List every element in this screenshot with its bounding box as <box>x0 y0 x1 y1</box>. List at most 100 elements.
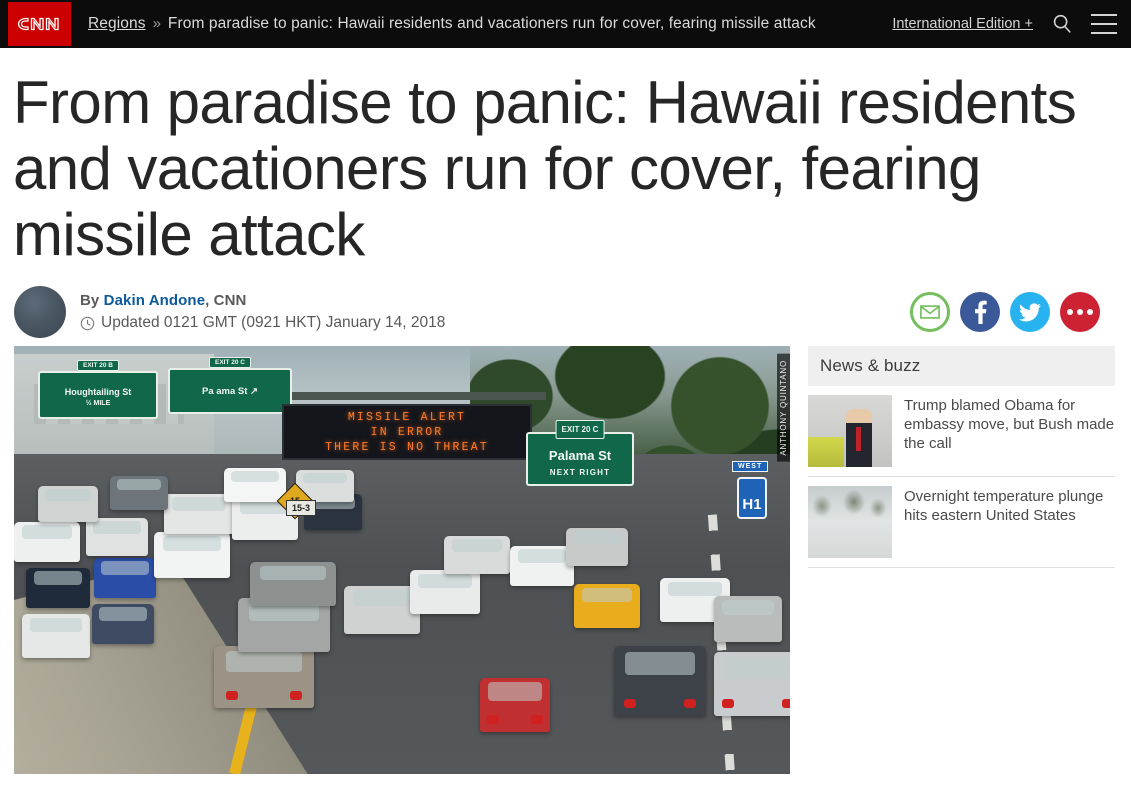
car <box>94 558 156 598</box>
car <box>444 536 510 574</box>
car <box>250 562 336 606</box>
search-icon[interactable] <box>1050 12 1074 36</box>
article-body: EXIT 20 B Houghtailing St ½ MILE EXIT 20… <box>0 340 1131 774</box>
car <box>224 468 286 502</box>
clock-icon <box>80 316 95 331</box>
car <box>714 596 782 642</box>
highway-traffic-photo: EXIT 20 B Houghtailing St ½ MILE EXIT 20… <box>14 346 790 774</box>
clock-glyph <box>80 316 95 330</box>
breadcrumb: Regions » From paradise to panic: Hawaii… <box>88 15 892 33</box>
share-twitter-button[interactable] <box>1010 292 1050 332</box>
top-navigation-bar: Regions » From paradise to panic: Hawaii… <box>0 0 1131 48</box>
topbar-actions: International Edition + <box>892 12 1131 36</box>
share-email-button[interactable] <box>910 292 950 332</box>
taillight <box>722 699 734 708</box>
byline-author: By Dakin Andone, CNN <box>80 291 900 310</box>
variable-message-sign: MISSILE ALERT IN ERROR THERE IS NO THREA… <box>282 404 532 460</box>
page-title: From paradise to panic: Hawaii residents… <box>13 69 1077 268</box>
snowy-field-thumbnail <box>808 486 892 558</box>
lead-photo[interactable]: EXIT 20 B Houghtailing St ½ MILE EXIT 20… <box>14 346 790 774</box>
trump-press-thumbnail <box>808 395 892 467</box>
author-link[interactable]: Dakin Andone <box>104 292 205 309</box>
highway-sign-palama-overhead: EXIT 20 C Pa ama St ↗ <box>168 357 292 414</box>
highway-sign-palama-exit: EXIT 20 C Palama St NEXT RIGHT <box>526 420 634 486</box>
route-direction-banner: WEST <box>732 461 769 472</box>
menu-bar-3 <box>1091 32 1117 34</box>
list-item[interactable]: Trump blamed Obama for embassy move, but… <box>808 386 1115 477</box>
cnn-logo-icon <box>17 17 59 31</box>
byline-text: By Dakin Andone, CNN Updated 0121 GMT (0… <box>80 291 900 333</box>
dot-1 <box>1067 309 1073 315</box>
car <box>714 652 790 716</box>
photo-credit: ANTHONY QUINTANO <box>777 354 790 462</box>
thumbnail-detail <box>808 437 844 467</box>
car <box>238 598 330 652</box>
car <box>480 678 550 732</box>
car <box>26 568 90 608</box>
vms-line-3: THERE IS NO THREAT <box>325 440 489 454</box>
twitter-bird-icon <box>1019 302 1041 321</box>
list-item-title: Overnight temperature plunge hits easter… <box>904 488 1104 524</box>
author-suffix: , CNN <box>205 292 247 309</box>
sign-text: Pa ama St ↗ <box>201 386 258 397</box>
share-facebook-button[interactable] <box>960 292 1000 332</box>
menu-bar-2 <box>1091 23 1117 25</box>
car <box>214 646 314 708</box>
car <box>14 522 80 562</box>
edition-selector[interactable]: International Edition + <box>892 16 1033 32</box>
car <box>344 586 420 634</box>
cnn-logo[interactable] <box>8 2 71 46</box>
breadcrumb-separator: » <box>152 15 161 32</box>
timestamp-row: Updated 0121 GMT (0921 HKT) January 14, … <box>80 313 900 333</box>
car <box>410 570 480 614</box>
share-buttons <box>900 292 1117 332</box>
highway-sign-houghtailing: EXIT 20 B Houghtailing St ½ MILE <box>38 360 158 419</box>
facebook-icon <box>974 300 987 324</box>
taillight <box>531 715 543 724</box>
list-item[interactable]: Overnight temperature plunge hits easter… <box>808 477 1115 568</box>
sign-subtext: NEXT RIGHT <box>549 468 611 477</box>
vms-line-1: MISSILE ALERT <box>347 410 467 424</box>
sign-subtext: ½ MILE <box>85 400 111 407</box>
taillight <box>684 699 696 708</box>
hamburger-menu-icon[interactable] <box>1091 14 1117 34</box>
car <box>154 532 230 578</box>
car <box>22 614 90 658</box>
car <box>614 646 706 716</box>
sign-text: Houghtailing St <box>64 387 132 397</box>
breadcrumb-article-title: From paradise to panic: Hawaii residents… <box>167 15 816 32</box>
car <box>86 518 148 556</box>
exit-tab-label: EXIT 20 C <box>555 420 605 439</box>
sidebar-header: News & buzz <box>808 346 1115 386</box>
search-glyph <box>1053 14 1071 33</box>
car <box>566 528 628 566</box>
car <box>110 476 168 510</box>
ellipsis-icon <box>1067 309 1093 315</box>
car <box>38 486 98 522</box>
interstate-h1-shield: H1 <box>737 477 767 519</box>
share-more-button[interactable] <box>1060 292 1100 332</box>
speed-plate-sign: 15-3 <box>286 500 316 516</box>
exit-tab-label: EXIT 20 C <box>209 357 251 368</box>
byline-row: By Dakin Andone, CNN Updated 0121 GMT (0… <box>0 268 1131 340</box>
taillight <box>624 699 636 708</box>
taillight <box>487 715 499 724</box>
taillight <box>782 699 790 708</box>
updated-timestamp: Updated 0121 GMT (0921 HKT) January 14, … <box>101 314 446 331</box>
vms-line-2: IN ERROR <box>370 425 444 439</box>
breadcrumb-section-link[interactable]: Regions <box>88 15 146 33</box>
news-and-buzz-sidebar: News & buzz Trump blamed Obama for embas… <box>808 346 1115 568</box>
car <box>510 546 574 586</box>
dot-3 <box>1087 309 1093 315</box>
list-item-title: Trump blamed Obama for embassy move, but… <box>904 397 1115 452</box>
dot-2 <box>1077 309 1083 315</box>
car <box>92 604 154 644</box>
sign-text: Palama St <box>548 448 612 463</box>
taillight <box>226 691 238 700</box>
avatar <box>14 286 66 338</box>
byline-prefix: By <box>80 292 100 309</box>
taillight <box>290 691 302 700</box>
menu-bar-1 <box>1091 14 1117 16</box>
exit-tab-label: EXIT 20 B <box>77 360 119 371</box>
car <box>574 584 640 628</box>
